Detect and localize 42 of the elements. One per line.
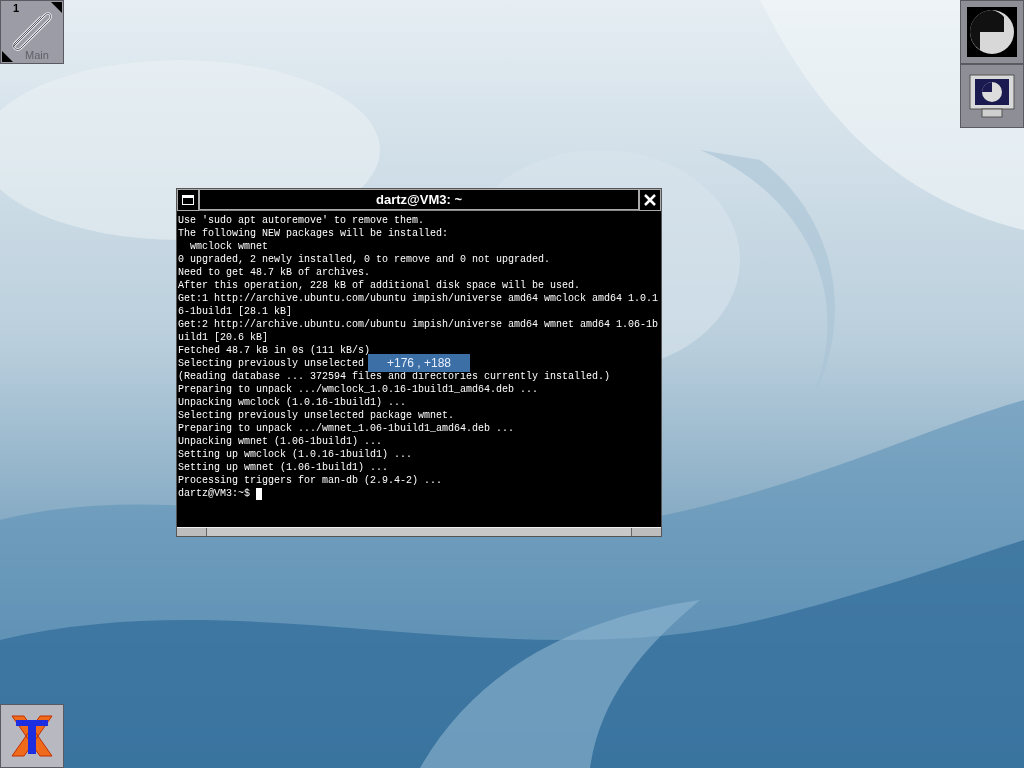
terminal-line: Processing triggers for man-db (2.9.4-2) ... bbox=[178, 475, 443, 486]
text-cursor bbox=[256, 487, 262, 500]
terminal-line: uild1 [20.6 kB] bbox=[178, 332, 268, 343]
terminal-line: After this operation, 228 kB of additional disk space will be used. bbox=[178, 280, 581, 291]
terminal-line: Use 'sudo apt autoremove' to remove them. bbox=[178, 215, 425, 226]
miniaturize-button[interactable] bbox=[177, 189, 199, 211]
arrow-icon[interactable] bbox=[51, 2, 62, 13]
terminal-line: 0 upgraded, 2 newly installed, 0 to remove and 0 not upgraded. bbox=[178, 254, 551, 265]
terminal-line: Preparing to unpack .../wmnet_1.06-1build1_amd64.deb ... bbox=[178, 423, 515, 434]
dock-tile[interactable] bbox=[960, 64, 1024, 128]
terminal-line: Get:1 http://archive.ubuntu.com/ubuntu impish/universe amd64 wmclock amd64 1.0.1 bbox=[178, 293, 659, 304]
workspace-clip[interactable]: 1 Main bbox=[0, 0, 64, 64]
close-button[interactable] bbox=[639, 189, 661, 211]
shell-prompt: dartz@VM3:~$ bbox=[178, 487, 250, 500]
terminal-line: Selecting previously unselected bbox=[178, 358, 365, 369]
terminal-line: Unpacking wmclock (1.0.16-1build1) ... bbox=[178, 397, 407, 408]
monitor-icon bbox=[968, 73, 1016, 119]
resize-handle[interactable] bbox=[177, 528, 207, 536]
window-title: dartz@VM3: ~ bbox=[199, 189, 639, 210]
close-icon bbox=[644, 194, 656, 206]
terminal-line: Setting up wmnet (1.06-1build1) ... bbox=[178, 462, 389, 473]
x-logo-icon bbox=[8, 712, 56, 760]
dock-logo-icon bbox=[967, 7, 1017, 57]
resize-handle[interactable] bbox=[631, 528, 661, 536]
terminal-line: Setting up wmclock (1.0.16-1build1) ... bbox=[178, 449, 413, 460]
terminal-line: wmclock wmnet bbox=[189, 241, 268, 252]
terminal-line: (Reading database ... 372594 files and directories currently installed.) bbox=[178, 371, 611, 382]
terminal-line: Fetched 48.7 kB in 0s (111 kB/s) bbox=[178, 345, 371, 356]
geometry-tooltip: +176 , +188 bbox=[368, 354, 470, 372]
workspace-number: 1 bbox=[13, 2, 20, 14]
workspace-name: Main bbox=[25, 48, 49, 62]
arrow-icon[interactable] bbox=[2, 51, 13, 62]
terminal-line: Preparing to unpack .../wmclock_1.0.16-1build1_amd64.deb ... bbox=[178, 384, 539, 395]
dock-tile[interactable] bbox=[0, 704, 64, 768]
terminal-line: Get:2 http://archive.ubuntu.com/ubuntu impish/universe amd64 wmnet amd64 1.06-1b bbox=[178, 319, 659, 330]
dock-tile[interactable] bbox=[960, 0, 1024, 64]
window-icon bbox=[182, 195, 194, 205]
terminal-line: The following NEW packages will be installed: bbox=[178, 228, 449, 239]
terminal-line: Unpacking wmnet (1.06-1build1) ... bbox=[178, 436, 383, 447]
terminal-line: Selecting previously unselected package wmnet. bbox=[178, 410, 455, 421]
terminal-line: 6-1build1 [28.1 kB] bbox=[178, 306, 293, 317]
terminal-line: Need to get 48.7 kB of archives. bbox=[178, 267, 371, 278]
